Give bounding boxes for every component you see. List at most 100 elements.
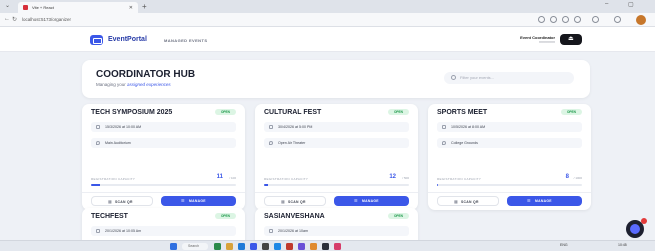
minimize-icon[interactable]: – [605, 1, 608, 7]
event-card: SPORTS MEET OPEN 10/5/2026 at 8:00 AM Co… [428, 104, 591, 210]
scan-qr-label: SCAN QR [288, 200, 306, 204]
app-icon[interactable] [334, 243, 341, 250]
calendar-icon [96, 125, 100, 129]
manage-label: MANAGE [362, 199, 379, 203]
event-datetime: 30/4/2026 at 5:00 PM [278, 125, 313, 129]
users-icon: ☰ [181, 198, 185, 203]
calendar-icon [269, 125, 273, 129]
app-icon[interactable] [250, 243, 257, 250]
app-icon[interactable] [214, 243, 221, 250]
qr-icon: ▦ [108, 199, 112, 204]
capacity-total: / 1000 [573, 176, 582, 180]
edge-icon[interactable] [238, 243, 245, 250]
capacity-label: REGISTRATION CAPACITY [264, 177, 309, 181]
maximize-icon[interactable]: ▢ [628, 1, 634, 8]
location-pin-icon [269, 141, 273, 145]
location-pin-icon [442, 141, 446, 145]
url-input[interactable]: localhost:5173/organizer [22, 16, 502, 24]
calendar-logo-icon [90, 35, 103, 45]
capacity-progress-fill [264, 184, 269, 186]
capacity-label: REGISTRATION CAPACITY [437, 177, 482, 181]
app-icon[interactable] [286, 243, 293, 250]
event-date-row: 30/4/2026 at 5:00 PM [264, 122, 409, 132]
event-date-row: 20/1/2026 at 10:05 Am [91, 226, 236, 236]
nav-managed-events[interactable]: MANAGED EVENTS [164, 38, 207, 43]
app-icon[interactable] [322, 243, 329, 250]
profile-avatar[interactable] [636, 15, 646, 25]
status-badge: OPEN [560, 109, 582, 115]
event-title: CULTURAL FEST [264, 109, 322, 116]
scan-qr-label: SCAN QR [461, 200, 479, 204]
capacity-total: / 100 [229, 176, 236, 180]
folder-icon[interactable] [226, 243, 233, 250]
taskbar-time[interactable]: 10:45 [618, 243, 627, 247]
manage-button[interactable]: ☰ MANAGE [161, 196, 236, 206]
app-header: EventPortal MANAGED EVENTS Event Coordin… [0, 27, 655, 52]
event-venue: Main Auditorium [105, 141, 131, 145]
capacity-progress-fill [437, 184, 439, 186]
favorite-icon[interactable] [562, 16, 569, 23]
favicon-icon [23, 5, 28, 10]
zoom-icon[interactable] [550, 16, 557, 23]
logout-button[interactable] [560, 34, 582, 45]
page-subtitle: Managing your assigned experiences [96, 82, 171, 87]
event-datetime: 10/5/2026 at 8:00 AM [451, 125, 486, 129]
close-tab-icon[interactable]: ✕ [129, 5, 133, 11]
settings-icon[interactable] [592, 16, 599, 23]
scan-qr-button[interactable]: ▦ SCAN QR [91, 196, 153, 206]
taskbar-search[interactable]: Search [182, 243, 208, 250]
reload-icon[interactable]: ↻ [12, 16, 17, 23]
collections-icon[interactable] [574, 16, 581, 23]
scan-qr-button[interactable]: ▦ SCAN QR [437, 196, 499, 206]
brand-name[interactable]: EventPortal [108, 36, 147, 43]
app-icon[interactable] [298, 243, 305, 250]
event-date-row: 20/1/2026 at 10am [264, 226, 409, 236]
event-datetime: 15/3/2026 at 10:00 AM [105, 125, 142, 129]
user-id: XXXXXXXX [538, 40, 555, 44]
capacity-progress-bar [264, 184, 409, 186]
tab-title: Vite + React [32, 5, 54, 10]
taskbar-lang[interactable]: ENG [560, 243, 568, 247]
calendar-icon [442, 125, 446, 129]
qr-icon: ▦ [281, 199, 285, 204]
event-date-row: 15/3/2026 at 10:00 AM [91, 122, 236, 132]
scan-qr-button[interactable]: ▦ SCAN QR [264, 196, 326, 206]
registered-count: 11 [216, 174, 223, 180]
calendar-icon [96, 229, 100, 233]
calendar-icon [269, 229, 273, 233]
back-icon[interactable]: ← [4, 16, 10, 22]
app-icon[interactable] [310, 243, 317, 250]
extension-icon[interactable] [538, 16, 545, 23]
event-venue-row: Main Auditorium [91, 138, 236, 148]
more-icon[interactable] [614, 16, 621, 23]
status-badge: OPEN [387, 109, 409, 115]
users-icon: ☰ [354, 198, 358, 203]
event-venue: Open Air Theater [278, 141, 306, 145]
manage-button[interactable]: ☰ MANAGE [334, 196, 409, 206]
new-tab-icon[interactable]: + [142, 2, 147, 12]
page-title: COORDINATOR HUB [96, 69, 196, 80]
registered-count: 8 [565, 174, 569, 180]
start-icon[interactable] [170, 243, 177, 250]
browser-tab[interactable]: Vite + React ✕ [18, 2, 138, 13]
tab-menu-icon[interactable]: ⌄ [5, 2, 10, 9]
manage-label: MANAGE [535, 199, 552, 203]
coordinator-hub-panel: COORDINATOR HUB Managing your assigned e… [82, 60, 590, 98]
manage-button[interactable]: ☰ MANAGE [507, 196, 582, 206]
terminal-icon[interactable] [262, 243, 269, 250]
location-pin-icon [96, 141, 100, 145]
capacity-progress-bar [437, 184, 582, 186]
capacity-label: REGISTRATION CAPACITY [91, 177, 136, 181]
vscode-icon[interactable] [274, 243, 281, 250]
search-input[interactable]: Filter your events... [444, 72, 574, 84]
divider [82, 192, 245, 193]
capacity-progress-fill [91, 184, 100, 186]
status-badge: OPEN [214, 109, 236, 115]
event-title: SASIANVESHANA [264, 213, 325, 220]
search-icon [451, 75, 456, 80]
manage-label: MANAGE [189, 199, 206, 203]
os-taskbar: Search ENG 10:45 [0, 240, 655, 251]
capacity-total: / 500 [402, 176, 409, 180]
event-title: TECHFEST [91, 213, 128, 220]
event-title: TECH SYMPOSIUM 2025 [91, 109, 173, 116]
